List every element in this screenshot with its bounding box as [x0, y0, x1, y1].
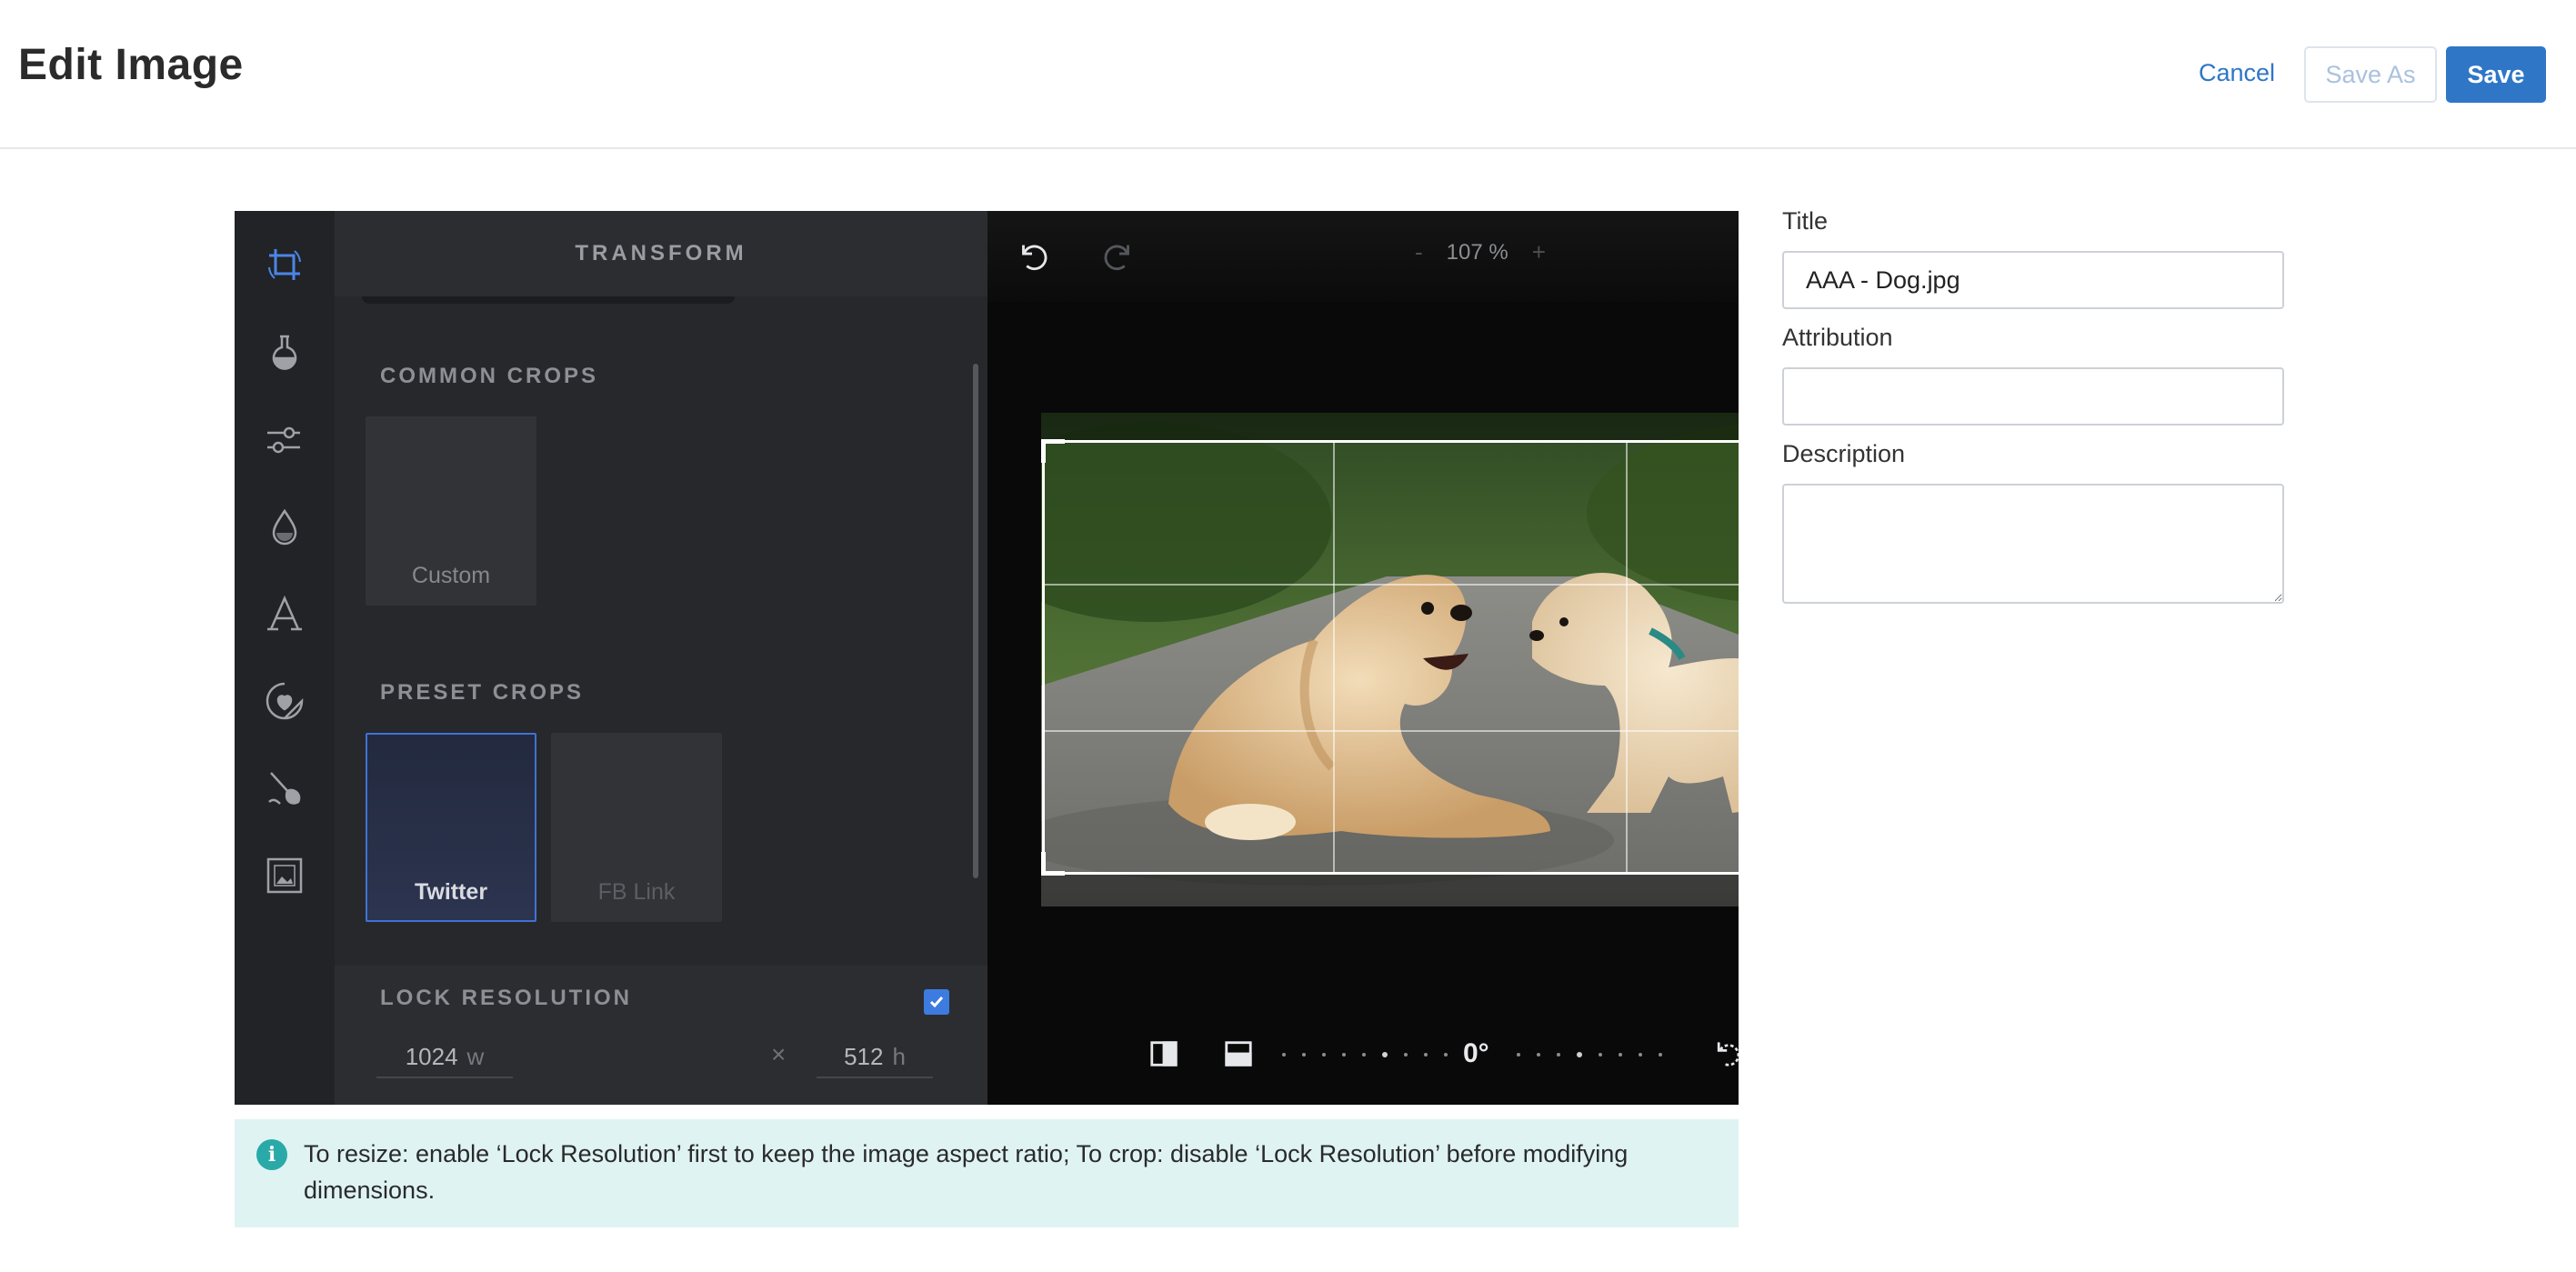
lock-resolution-checkbox[interactable] — [924, 989, 949, 1015]
title-input[interactable] — [1782, 251, 2284, 309]
canvas-bottom-bar: 0° — [987, 1011, 1739, 1105]
save-button[interactable]: Save — [2446, 46, 2546, 103]
info-icon: i — [256, 1139, 287, 1170]
filter-icon[interactable] — [260, 327, 309, 376]
common-crops-label: COMMON CROPS — [380, 364, 598, 388]
redo-icon[interactable] — [1097, 233, 1142, 278]
adjust-icon[interactable] — [260, 415, 309, 464]
zoom-out-button[interactable]: - — [1415, 238, 1423, 266]
description-textarea[interactable] — [1782, 484, 2284, 604]
width-value: 1024 — [405, 1042, 458, 1070]
image-editor: TRANSFORM COMMON CROPS Custom PRESET CRO… — [235, 211, 1739, 1105]
crop-dim-bottom — [1041, 875, 1739, 906]
width-input[interactable]: 1024 w — [376, 1037, 513, 1078]
crop-tile-label: FB Link — [597, 879, 676, 905]
height-unit: h — [892, 1042, 906, 1070]
zoom-level: 107 % — [1446, 239, 1509, 265]
sticker-icon[interactable] — [260, 676, 309, 726]
info-banner: i To resize: enable ‘Lock Resolution’ fi… — [235, 1119, 1739, 1227]
image-canvas: - 107 % + 0° — [987, 211, 1739, 1105]
times-sign: × — [771, 1040, 787, 1068]
frame-icon[interactable] — [260, 851, 309, 900]
rotation-ticks-right[interactable] — [1517, 1052, 1662, 1057]
crop-rotate-icon[interactable] — [260, 240, 309, 289]
description-label: Description — [1782, 440, 1906, 467]
cancel-button[interactable]: Cancel — [2182, 47, 2291, 98]
title-label: Title — [1782, 207, 1829, 235]
crop-tile-fb-link[interactable]: FB Link — [551, 733, 722, 922]
zoom-in-button[interactable]: + — [1532, 238, 1546, 266]
crop-grid-line — [1626, 443, 1628, 872]
brush-icon[interactable] — [260, 764, 309, 813]
panel-header-shadow — [362, 296, 735, 304]
crop-tile-label: Custom — [411, 563, 491, 588]
width-unit: w — [466, 1042, 485, 1070]
rotate-left-icon[interactable] — [1708, 1033, 1739, 1075]
panel-scrollbar[interactable] — [973, 364, 978, 878]
crop-grid-line — [1333, 443, 1335, 872]
crop-box[interactable] — [1041, 439, 1739, 876]
crop-handle-bottom-left[interactable] — [1041, 852, 1065, 876]
rotation-ticks-left[interactable] — [1282, 1052, 1448, 1057]
canvas-top-bar: - 107 % + — [987, 211, 1739, 302]
lock-resolution-label: LOCK RESOLUTION — [380, 986, 632, 1010]
attribution-label: Attribution — [1782, 324, 1893, 351]
check-icon — [929, 997, 944, 1008]
drop-icon[interactable] — [260, 502, 309, 551]
crop-tile-twitter[interactable]: Twitter — [366, 733, 536, 922]
undo-icon[interactable] — [1009, 233, 1055, 278]
height-input[interactable]: 512 h — [817, 1037, 933, 1078]
rotation-angle: 0° — [1463, 1038, 1489, 1068]
crop-dim-top — [1041, 413, 1739, 440]
tool-rail — [235, 211, 335, 1105]
save-as-button[interactable]: Save As — [2304, 46, 2437, 103]
text-icon[interactable] — [260, 589, 309, 638]
zoom-control: - 107 % + — [1415, 238, 1546, 266]
crop-tile-label: Twitter — [414, 879, 488, 905]
flip-vertical-icon[interactable] — [1218, 1033, 1259, 1075]
crop-handle-top-left[interactable] — [1041, 439, 1065, 463]
page-header: Edit Image Cancel Save As Save — [0, 0, 2576, 149]
crop-tile-custom[interactable]: Custom — [366, 416, 536, 606]
page-title: Edit Image — [18, 41, 244, 89]
panel-header: TRANSFORM — [335, 211, 987, 296]
flip-horizontal-icon[interactable] — [1143, 1033, 1185, 1075]
transform-panel: TRANSFORM COMMON CROPS Custom PRESET CRO… — [335, 211, 987, 1105]
attribution-input[interactable] — [1782, 367, 2284, 426]
height-value: 512 — [844, 1042, 884, 1070]
panel-title: TRANSFORM — [575, 241, 747, 265]
crop-grid-line — [1045, 584, 1739, 586]
info-message: To resize: enable ‘Lock Resolution’ firs… — [304, 1140, 1629, 1204]
preset-crops-label: PRESET CROPS — [380, 680, 585, 705]
crop-grid-line — [1045, 730, 1739, 732]
